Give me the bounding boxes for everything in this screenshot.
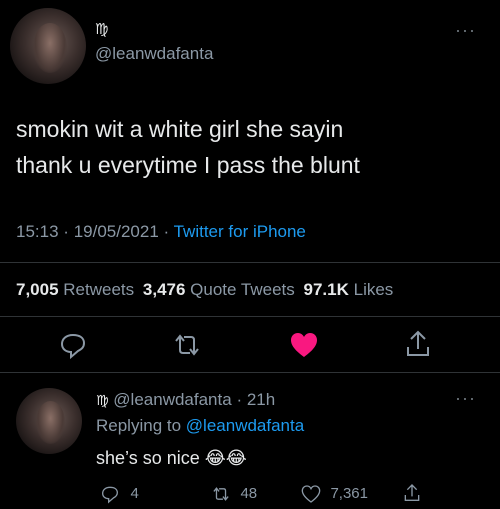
more-options-icon[interactable]: ···: [455, 20, 476, 41]
retweet-icon[interactable]: [170, 330, 204, 360]
divider: [0, 262, 500, 263]
likes-stat[interactable]: 97.1K Likes: [304, 280, 394, 299]
tweet-time: 15:13: [16, 222, 59, 241]
replying-to-handle[interactable]: @leanwdafanta: [186, 416, 304, 435]
separator-dot: ·: [163, 222, 170, 241]
retweets-label: Retweets: [63, 280, 135, 299]
reply-text-row: she’s so nice 😂😂: [96, 448, 247, 469]
likes-label: Likes: [353, 280, 394, 299]
replying-to-row: Replying to @leanwdafanta: [96, 416, 304, 436]
share-icon: [404, 484, 420, 501]
share-icon[interactable]: [403, 328, 433, 360]
reply-header: ♍ @leanwdafanta · 21h: [96, 390, 275, 410]
display-name-symbol: ♍: [95, 21, 109, 38]
avatar[interactable]: [10, 8, 86, 84]
reply-action-retweet[interactable]: 48: [210, 484, 257, 504]
quotes-count: 3,476: [142, 280, 186, 299]
stats-row: 7,005 Retweets 3,476 Quote Tweets 97.1K …: [16, 280, 393, 300]
replying-to-prefix: Replying to: [96, 416, 182, 435]
retweets-count: 7,005: [16, 280, 59, 299]
divider: [0, 316, 500, 317]
quotes-label: Quote Tweets: [190, 280, 295, 299]
reply-avatar[interactable]: [16, 388, 82, 454]
reply-name-symbol: ♍: [96, 392, 109, 408]
heart-outline-icon: [301, 485, 321, 503]
tweet-date: 19/05/2021: [73, 222, 159, 241]
tweet-source-link[interactable]: Twitter for iPhone: [174, 222, 306, 241]
reply-more-options-icon[interactable]: ···: [455, 388, 476, 409]
likes-count: 97.1K: [303, 280, 349, 299]
reply-action-reply[interactable]: 4: [100, 484, 139, 504]
user-handle[interactable]: @leanwdafanta: [95, 44, 213, 64]
separator-dot: ·: [63, 222, 69, 241]
quotes-stat[interactable]: 3,476 Quote Tweets: [143, 280, 300, 299]
reply-action-like[interactable]: 7,361: [300, 484, 368, 504]
reply-action-share[interactable]: [402, 482, 422, 509]
reply-handle[interactable]: @leanwdafanta: [113, 390, 231, 409]
reply-text: she’s so nice: [96, 448, 200, 468]
laughing-emoji: 😂😂: [204, 448, 247, 468]
reply-age: · 21h: [236, 390, 276, 409]
reply-icon: [101, 486, 119, 504]
retweet-icon: [213, 487, 229, 501]
reply-icon[interactable]: [58, 330, 88, 360]
timestamp-row: 15:13 · 19/05/2021 · Twitter for iPhone: [16, 222, 306, 242]
tweet-text-line-2: thank u everytime I pass the blunt: [16, 152, 360, 178]
retweets-stat[interactable]: 7,005 Retweets: [16, 280, 139, 299]
divider: [0, 372, 500, 373]
like-heart-icon[interactable]: [288, 330, 320, 360]
tweet-text-line-1: smokin wit a white girl she sayin: [16, 116, 344, 142]
